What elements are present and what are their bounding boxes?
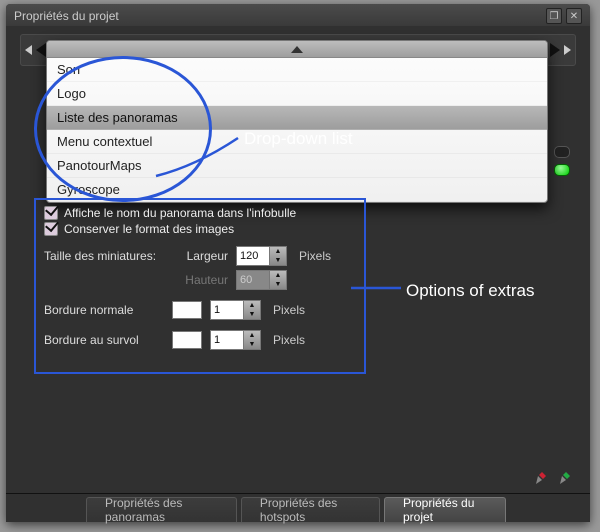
border-normal-step-buttons[interactable]: ▲▼ — [243, 301, 260, 319]
step-down-icon: ▼ — [270, 256, 286, 265]
border-hover-unit: Pixels — [273, 333, 305, 347]
width-input[interactable] — [237, 248, 269, 264]
border-hover-step-buttons[interactable]: ▲▼ — [243, 331, 260, 349]
height-label: Hauteur — [172, 273, 228, 287]
tab-panoramas-label: Propriétés des panoramas — [105, 496, 218, 524]
step-up-icon: ▲ — [270, 271, 286, 280]
annotation-options-label: Options of extras — [406, 281, 535, 301]
step-down-icon: ▼ — [270, 280, 286, 289]
window-close-button[interactable]: ✕ — [566, 8, 582, 24]
border-normal-stepper[interactable]: ▲▼ — [210, 300, 261, 320]
nav-prev-button[interactable] — [25, 43, 46, 57]
window-title: Propriétés du projet — [14, 9, 119, 23]
width-label: Largeur — [172, 249, 228, 263]
step-up-icon: ▲ — [244, 331, 260, 340]
border-normal-color[interactable] — [172, 301, 202, 319]
tab-hotspots-label: Propriétés des hotspots — [260, 496, 361, 524]
border-hover-label: Bordure au survol — [44, 333, 164, 347]
height-stepper: ▲▼ — [236, 270, 287, 290]
height-input — [237, 272, 269, 288]
tab-panoramas[interactable]: Propriétés des panoramas — [86, 497, 237, 522]
chevron-right-icon — [564, 45, 571, 55]
nav-next-button[interactable] — [550, 43, 571, 57]
dropdown-item[interactable]: PanotourMaps — [47, 154, 547, 178]
extras-options-panel: Affiche le nom du panorama dans l'infobu… — [34, 198, 366, 374]
border-normal-input[interactable] — [211, 302, 243, 318]
indicator-stack — [554, 146, 570, 176]
step-down-icon: ▼ — [244, 310, 260, 319]
dropdown-item[interactable]: Liste des panoramas — [47, 106, 547, 130]
dropdown-item[interactable]: Logo — [47, 82, 547, 106]
restore-icon: ❐ — [550, 11, 559, 22]
triangle-left-icon — [36, 43, 46, 57]
border-hover-color[interactable] — [172, 331, 202, 349]
checkbox-keep-format[interactable] — [44, 222, 58, 236]
height-step-buttons: ▲▼ — [269, 271, 286, 289]
dropdown-item[interactable]: Menu contextuel — [47, 130, 547, 154]
checkbox-show-name-label: Affiche le nom du panorama dans l'infobu… — [64, 206, 296, 220]
tabstrip: Propriétés des panoramas Propriétés des … — [6, 493, 590, 522]
step-up-icon: ▲ — [244, 301, 260, 310]
step-down-icon: ▼ — [244, 340, 260, 349]
tab-project-label: Propriétés du projet — [403, 496, 487, 524]
extras-dropdown[interactable]: SonLogoListe des panoramasMenu contextue… — [46, 40, 548, 203]
plugin-icon[interactable] — [532, 470, 548, 486]
window-restore-button[interactable]: ❐ — [546, 8, 562, 24]
triangle-right-icon — [550, 43, 560, 57]
checkbox-keep-format-label: Conserver le format des images — [64, 222, 234, 236]
border-normal-unit: Pixels — [273, 303, 305, 317]
dropdown-list: SonLogoListe des panoramasMenu contextue… — [47, 58, 547, 202]
chevron-left-icon — [25, 45, 32, 55]
indicator-on — [554, 164, 570, 176]
footer-icons — [532, 470, 572, 486]
width-step-buttons[interactable]: ▲▼ — [269, 247, 286, 265]
border-hover-input[interactable] — [211, 332, 243, 348]
step-up-icon: ▲ — [270, 247, 286, 256]
dropdown-item[interactable]: Son — [47, 58, 547, 82]
border-hover-stepper[interactable]: ▲▼ — [210, 330, 261, 350]
window-body: SonLogoListe des panoramasMenu contextue… — [6, 26, 590, 522]
project-properties-window: Propriétés du projet ❐ ✕ SonLog — [6, 4, 590, 522]
dropdown-scroll-up[interactable] — [47, 41, 547, 58]
border-normal-label: Bordure normale — [44, 303, 164, 317]
tab-project[interactable]: Propriétés du projet — [384, 497, 506, 522]
width-stepper[interactable]: ▲▼ — [236, 246, 287, 266]
triangle-up-icon — [291, 46, 303, 53]
thumbnail-size-label: Taille des miniatures: — [44, 249, 164, 263]
titlebar: Propriétés du projet ❐ ✕ — [6, 4, 590, 27]
close-icon: ✕ — [570, 11, 578, 22]
width-unit: Pixels — [299, 249, 331, 263]
indicator-off — [554, 146, 570, 158]
plugin-add-icon[interactable] — [556, 470, 572, 486]
tab-hotspots[interactable]: Propriétés des hotspots — [241, 497, 380, 522]
